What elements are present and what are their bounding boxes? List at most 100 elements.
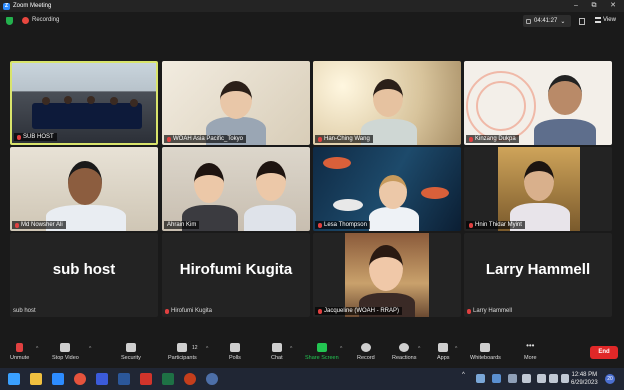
participant-name-tag: Han-Ching Wang: [315, 135, 373, 143]
whiteboard-icon: [480, 343, 491, 352]
notification-badge[interactable]: 20: [605, 374, 615, 384]
attendee: [130, 99, 138, 107]
system-clock[interactable]: 12:48 PM 6/29/2023: [571, 371, 598, 387]
unmute-button[interactable]: Unmute: [10, 343, 29, 361]
smiley-icon: [399, 343, 410, 352]
video-tile[interactable]: Hnin Thidar Myint: [464, 147, 612, 231]
chevron-up-icon[interactable]: ^: [340, 346, 342, 352]
excel-icon[interactable]: [162, 373, 174, 385]
participant-body: [534, 119, 596, 145]
chevron-up-icon[interactable]: ^: [36, 346, 38, 352]
volume-icon[interactable]: [549, 374, 558, 383]
pdf-icon[interactable]: [140, 373, 152, 385]
onedrive-icon[interactable]: [492, 374, 501, 383]
share-screen-icon: [316, 343, 327, 352]
end-meeting-button[interactable]: End: [590, 346, 618, 359]
chevron-up-icon[interactable]: ^: [455, 346, 457, 352]
chevron-up-icon[interactable]: ^: [418, 346, 420, 352]
koi-fish: [333, 199, 363, 211]
timer-icon: [526, 18, 531, 24]
view-button[interactable]: View: [595, 17, 616, 23]
record-button[interactable]: Record: [357, 343, 375, 361]
koi-fish: [323, 157, 351, 169]
meeting-timer[interactable]: 04:41:27 ⌄: [523, 15, 571, 27]
video-tile-no-video[interactable]: Larry Hammell Larry Hammell: [464, 233, 612, 317]
maximize-button[interactable]: ⧉: [585, 0, 603, 12]
muted-mic-icon: [17, 134, 21, 140]
muted-mic-icon: [16, 343, 24, 352]
participant-face: [194, 163, 224, 203]
participant-body: [244, 205, 296, 231]
apps-icon: [438, 343, 449, 352]
bar-chart-icon: [229, 343, 240, 352]
video-tile-sub-host-room[interactable]: SUB HOST: [10, 61, 158, 145]
muted-mic-icon: [167, 136, 171, 142]
attendee: [42, 97, 50, 105]
zoom-app-icon[interactable]: [52, 373, 64, 385]
window-title: Zoom Meeting: [13, 3, 52, 9]
participant-name-tag: Hirofumi Kugita: [165, 308, 212, 314]
participant-display-name: sub host: [52, 261, 116, 278]
recording-icon[interactable]: [22, 17, 29, 24]
participant-name-tag: Md Nowsher Ali: [12, 221, 66, 229]
participants-count: 12: [192, 345, 198, 351]
participant-name-tag: SUB HOST: [14, 133, 57, 141]
language-icon[interactable]: [522, 374, 531, 383]
file-explorer-icon[interactable]: [30, 373, 42, 385]
chevron-up-icon[interactable]: ^: [290, 346, 292, 352]
video-tile[interactable]: Kinzang Dukpa: [464, 61, 612, 145]
tray-app-icon[interactable]: [476, 374, 485, 383]
muted-mic-icon: [165, 308, 169, 314]
muted-mic-icon: [469, 222, 473, 228]
muted-mic-icon: [318, 222, 322, 228]
windows-taskbar: ^ 12:48 PM 6/29/2023 20: [0, 368, 624, 390]
share-screen-button[interactable]: Share Screen: [305, 343, 339, 361]
close-button[interactable]: ✕: [604, 0, 622, 12]
chrome-icon[interactable]: [74, 373, 86, 385]
security-button[interactable]: Security: [121, 343, 141, 361]
video-tile[interactable]: Ahrain Kim: [162, 147, 310, 231]
stop-video-button[interactable]: Stop Video: [52, 343, 79, 361]
reactions-button[interactable]: Reactions: [392, 343, 416, 361]
view-label: View: [603, 17, 616, 23]
shield-icon[interactable]: [6, 17, 13, 25]
participant-face: [220, 81, 252, 119]
chat-button[interactable]: Chat: [271, 343, 283, 361]
microphone-icon[interactable]: [508, 374, 517, 383]
video-tile[interactable]: Han-Ching Wang: [313, 61, 461, 145]
polls-button[interactable]: Polls: [229, 343, 241, 361]
recording-label: Recording: [32, 17, 60, 23]
more-button[interactable]: ••• More: [524, 342, 537, 362]
popout-icon[interactable]: [579, 18, 585, 25]
chevron-up-icon[interactable]: ^: [462, 372, 465, 378]
participant-name-tag: Hnin Thidar Myint: [466, 221, 525, 229]
settings-gear-icon[interactable]: [206, 373, 218, 385]
video-tile-no-video[interactable]: sub host sub host: [10, 233, 158, 317]
video-tile[interactable]: Md Nowsher Ali: [10, 147, 158, 231]
minimize-button[interactable]: –: [567, 0, 585, 12]
chevron-up-icon[interactable]: ^: [89, 346, 91, 352]
background-circle-pattern: [476, 81, 526, 131]
apps-button[interactable]: Apps: [437, 343, 450, 361]
koi-fish: [421, 187, 449, 199]
record-icon: [360, 343, 371, 352]
participant-name-tag: WOAH Asia Pacific_Tokyo: [164, 135, 247, 143]
participant-name-tag: Kinzang Dukpa: [466, 135, 519, 143]
zoom-logo-icon: Z: [3, 2, 10, 10]
wifi-icon[interactable]: [537, 374, 546, 383]
word-icon[interactable]: [118, 373, 130, 385]
clock-date: 6/29/2023: [571, 380, 598, 386]
whiteboards-button[interactable]: Whiteboards: [470, 343, 501, 361]
battery-icon[interactable]: [561, 374, 569, 383]
chevron-up-icon[interactable]: ^: [206, 346, 208, 352]
powerpoint-icon[interactable]: [184, 373, 196, 385]
outlook-icon[interactable]: [96, 373, 108, 385]
video-tile[interactable]: WOAH Asia Pacific_Tokyo: [162, 61, 310, 145]
participant-name-tag: Lesa Thompson: [315, 221, 370, 229]
video-tile[interactable]: Jacqueline (WOAH - RRAP): [313, 233, 461, 317]
video-tile[interactable]: Lesa Thompson: [313, 147, 461, 231]
video-tile-no-video[interactable]: Hirofumi Kugita Hirofumi Kugita: [162, 233, 310, 317]
participant-face: [373, 79, 403, 117]
participant-face: [256, 161, 286, 201]
windows-start-icon[interactable]: [8, 373, 20, 385]
